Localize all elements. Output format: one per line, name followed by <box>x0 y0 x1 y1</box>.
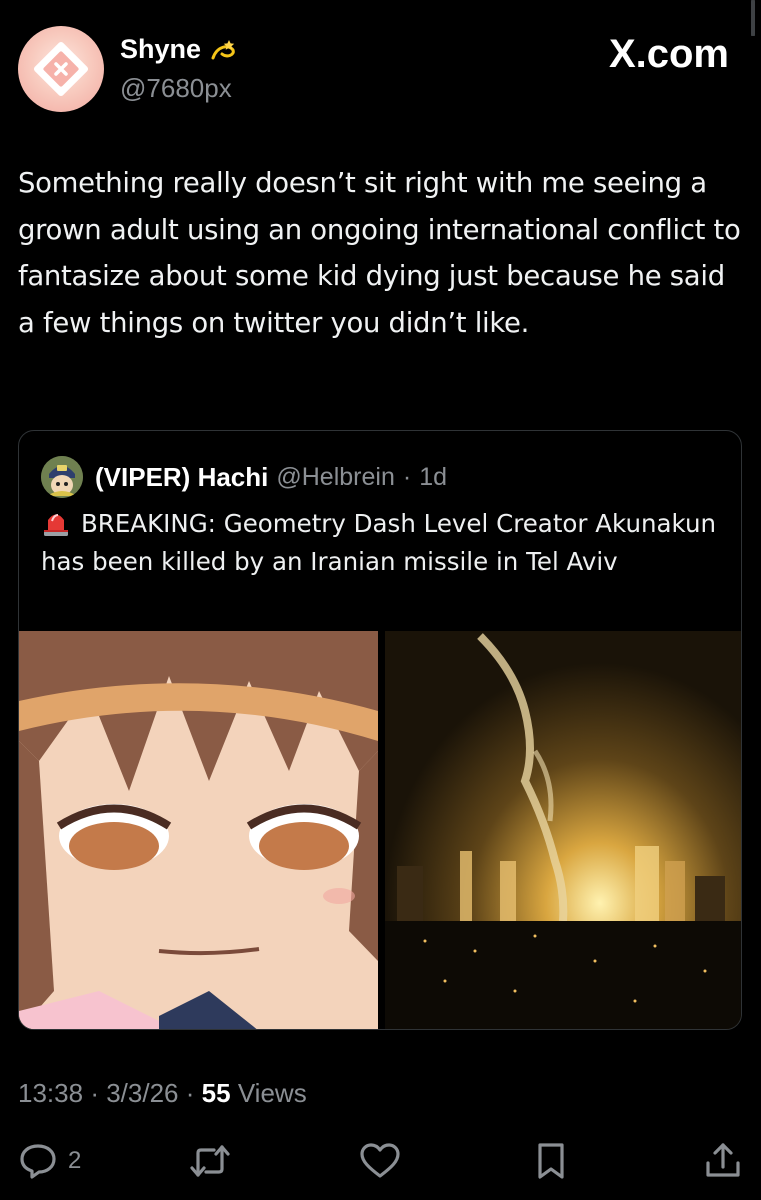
author-display-name[interactable]: Shyne <box>120 34 201 65</box>
reply-button[interactable]: 2 <box>18 1138 81 1184</box>
bookmark-button[interactable] <box>533 1138 569 1184</box>
author-avatar[interactable] <box>18 26 104 112</box>
action-bar: 2 <box>18 1138 742 1184</box>
share-icon <box>706 1143 740 1177</box>
quoted-separator: · <box>402 462 412 491</box>
anime-face-illustration <box>19 631 378 1029</box>
views-label[interactable]: Views <box>238 1078 307 1108</box>
repost-icon <box>190 1145 230 1177</box>
author-name-row: Shyne <box>120 34 237 65</box>
quoted-tweet-header: (VIPER) Hachi @Helbrein · 1d <box>41 456 447 498</box>
meta-separator: · <box>90 1078 99 1108</box>
meta-separator: · <box>185 1078 195 1108</box>
quoted-author-avatar[interactable] <box>41 456 83 498</box>
heart-icon <box>360 1143 400 1178</box>
anime-character-image[interactable] <box>19 631 378 1029</box>
quoted-author-display-name[interactable]: (VIPER) Hachi <box>95 462 268 493</box>
avatar-logo-icon <box>33 41 89 97</box>
scrollbar[interactable] <box>751 0 755 1200</box>
share-button[interactable] <box>704 1138 742 1184</box>
reply-count: 2 <box>68 1147 82 1174</box>
dizzy-icon <box>211 39 235 59</box>
quoted-tweet-body: BREAKING: Geometry Dash Level Creator Ak… <box>41 505 721 581</box>
repost-button[interactable] <box>188 1138 232 1184</box>
quoted-author-handle[interactable]: @Helbrein <box>276 463 394 492</box>
tweet-time[interactable]: 13:38 <box>18 1078 83 1108</box>
explosion-city-photo <box>385 631 741 1029</box>
views-count: 55 <box>201 1078 231 1108</box>
scrollbar-thumb[interactable] <box>751 0 755 36</box>
night-explosion-photo[interactable] <box>385 631 741 1029</box>
tweet-meta: 13:38 · 3/3/26 · 55 Views <box>18 1078 307 1109</box>
author-handle[interactable]: @7680px <box>120 73 232 104</box>
quoted-tweet-text: BREAKING: Geometry Dash Level Creator Ak… <box>41 509 717 576</box>
quoted-media-grid <box>19 631 741 1029</box>
brand-label: X.com <box>608 32 729 76</box>
police-siren-icon <box>44 514 68 536</box>
tweet-date[interactable]: 3/3/26 <box>106 1078 178 1108</box>
quoted-timestamp[interactable]: 1d <box>419 463 447 492</box>
tweet-text: Something really doesn’t sit right with … <box>18 167 741 339</box>
quoted-tweet-card[interactable]: (VIPER) Hachi @Helbrein · 1d BREAKING: G… <box>18 430 742 1030</box>
tweet-header: Shyne @7680px X.com <box>18 26 731 116</box>
reply-icon <box>20 1144 56 1179</box>
bookmark-icon <box>538 1143 564 1179</box>
quoted-avatar-character-icon <box>41 456 83 498</box>
like-button[interactable] <box>358 1138 402 1184</box>
